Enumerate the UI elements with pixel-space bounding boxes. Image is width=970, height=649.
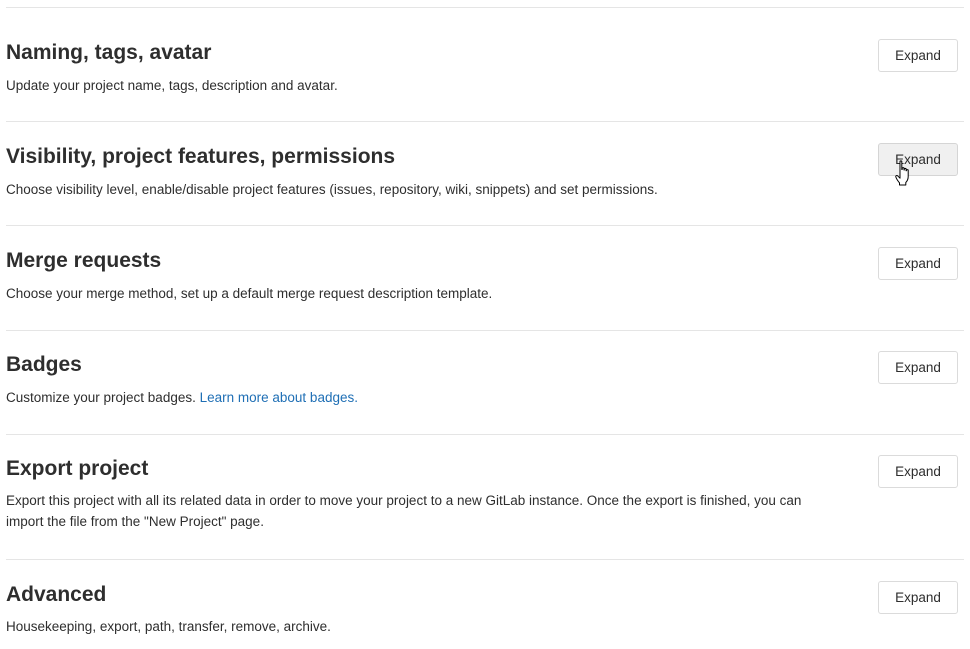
project-settings-page: Naming, tags, avatar Update your project… [0,0,970,649]
expand-button-naming[interactable]: Expand [878,39,958,72]
learn-more-badges-link[interactable]: Learn more about badges. [200,390,358,405]
section-title: Advanced [6,583,107,606]
section-title: Naming, tags, avatar [6,41,212,64]
section-export-project: Export project Export this project with … [6,455,964,560]
section-description: Choose your merge method, set up a defau… [6,286,493,301]
section-badges: Badges Customize your project badges. Le… [6,351,964,435]
section-merge-requests: Merge requests Choose your merge method,… [6,247,964,331]
section-description: Update your project name, tags, descript… [6,78,338,93]
hand-pointer-cursor-icon [895,160,909,186]
section-title: Visibility, project features, permission… [6,145,396,168]
expand-button-badges[interactable]: Expand [878,351,958,384]
section-title: Badges [6,353,82,376]
section-title: Export project [6,457,149,480]
expand-button-export[interactable]: Expand [878,455,958,488]
top-divider [6,7,964,8]
expand-button-advanced[interactable]: Expand [878,581,958,614]
section-advanced: Advanced Housekeeping, export, path, tra… [6,581,964,649]
section-description: Customize your project badges. Learn mor… [6,387,836,408]
expand-button-merge-requests[interactable]: Expand [878,247,958,280]
expand-button-visibility[interactable]: Expand [878,143,958,176]
section-visibility-permissions: Visibility, project features, permission… [6,143,964,226]
section-description: Export this project with all its related… [6,493,802,529]
section-description-text: Customize your project badges. [6,390,196,405]
section-description: Housekeeping, export, path, transfer, re… [6,619,331,634]
section-title: Merge requests [6,249,162,272]
section-naming-tags-avatar: Naming, tags, avatar Update your project… [6,39,964,122]
section-description: Choose visibility level, enable/disable … [6,182,658,197]
